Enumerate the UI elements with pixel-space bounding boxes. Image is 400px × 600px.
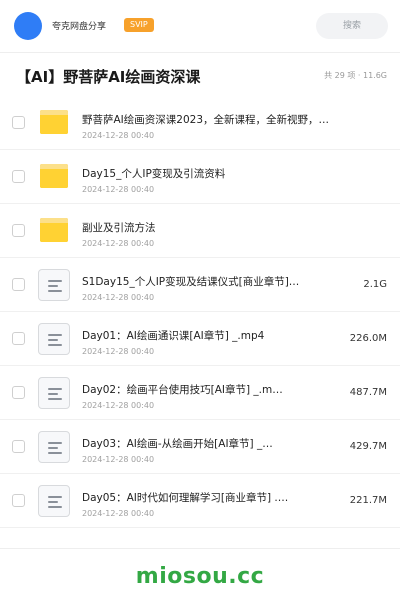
- folder-icon: [38, 215, 70, 247]
- file-date: 2024-12-28 00:40: [82, 185, 155, 194]
- file-name: S1Day15_个人IP变现及结课仪式[商业章节]…: [82, 276, 300, 288]
- file-date: 2024-12-28 00:40: [82, 239, 155, 248]
- file-date: 2024-12-28 00:40: [82, 131, 155, 140]
- select-checkbox[interactable]: [12, 224, 25, 237]
- folder-icon: [38, 107, 70, 139]
- select-checkbox[interactable]: [12, 332, 25, 345]
- file-name: 副业及引流方法: [82, 222, 156, 234]
- select-checkbox[interactable]: [12, 494, 25, 507]
- share-name: 夸克网盘分享: [52, 22, 107, 32]
- select-checkbox[interactable]: [12, 440, 25, 453]
- file-name: Day02：绘画平台使用技巧[AI章节] _.m…: [82, 384, 283, 396]
- select-checkbox[interactable]: [12, 116, 25, 129]
- file-date: 2024-12-28 00:40: [82, 347, 155, 356]
- document-icon: [38, 269, 70, 301]
- file-name: Day01：AI绘画通识课[AI章节] _.mp4: [82, 330, 265, 342]
- file-size: 221.7M: [349, 495, 387, 506]
- watermark: miosou.cc: [135, 564, 265, 589]
- header-divider: [0, 52, 400, 53]
- page-title: 【AI】野菩萨AI绘画资深课: [16, 68, 201, 86]
- list-item[interactable]: 野菩萨AI绘画资深课2023，全新课程，全新视野，… 2024-12-28 00…: [0, 96, 400, 150]
- list-item[interactable]: Day15_个人IP变现及引流资料 2024-12-28 00:40: [0, 150, 400, 204]
- svip-badge: SVIP: [124, 18, 154, 32]
- footer-divider: [0, 548, 400, 549]
- file-size: 2.1G: [363, 279, 387, 290]
- file-date: 2024-12-28 00:40: [82, 401, 155, 410]
- top-bar: 夸克网盘分享 SVIP 搜索: [0, 0, 400, 52]
- file-name: Day03：AI绘画-从绘画开始[AI章节] _…: [82, 438, 273, 450]
- select-checkbox[interactable]: [12, 386, 25, 399]
- list-item[interactable]: Day03：AI绘画-从绘画开始[AI章节] _… 2024-12-28 00:…: [0, 420, 400, 474]
- file-date: 2024-12-28 00:40: [82, 455, 155, 464]
- document-icon: [38, 485, 70, 517]
- file-date: 2024-12-28 00:40: [82, 509, 155, 518]
- file-size: 429.7M: [349, 441, 387, 452]
- document-icon: [38, 377, 70, 409]
- file-list: 野菩萨AI绘画资深课2023，全新课程，全新视野，… 2024-12-28 00…: [0, 96, 400, 528]
- file-size: 226.0M: [349, 333, 387, 344]
- list-item[interactable]: Day02：绘画平台使用技巧[AI章节] _.m… 2024-12-28 00:…: [0, 366, 400, 420]
- file-name: Day15_个人IP变现及引流资料: [82, 168, 226, 180]
- search-input[interactable]: 搜索: [316, 13, 388, 39]
- list-item[interactable]: 副业及引流方法 2024-12-28 00:40: [0, 204, 400, 258]
- list-item[interactable]: Day01：AI绘画通识课[AI章节] _.mp4 2024-12-28 00:…: [0, 312, 400, 366]
- list-item[interactable]: S1Day15_个人IP变现及结课仪式[商业章节]… 2024-12-28 00…: [0, 258, 400, 312]
- document-icon: [38, 323, 70, 355]
- folder-meta: 共 29 项 · 11.6G: [324, 71, 387, 80]
- avatar[interactable]: [14, 12, 42, 40]
- file-date: 2024-12-28 00:40: [82, 293, 155, 302]
- folder-icon: [38, 161, 70, 193]
- file-size: 487.7M: [349, 387, 387, 398]
- file-name: Day05：AI时代如何理解学习[商业章节] .…: [82, 492, 289, 504]
- file-name: 野菩萨AI绘画资深课2023，全新课程，全新视野，…: [82, 114, 330, 126]
- select-checkbox[interactable]: [12, 170, 25, 183]
- document-icon: [38, 431, 70, 463]
- list-item[interactable]: Day05：AI时代如何理解学习[商业章节] .… 2024-12-28 00:…: [0, 474, 400, 528]
- select-checkbox[interactable]: [12, 278, 25, 291]
